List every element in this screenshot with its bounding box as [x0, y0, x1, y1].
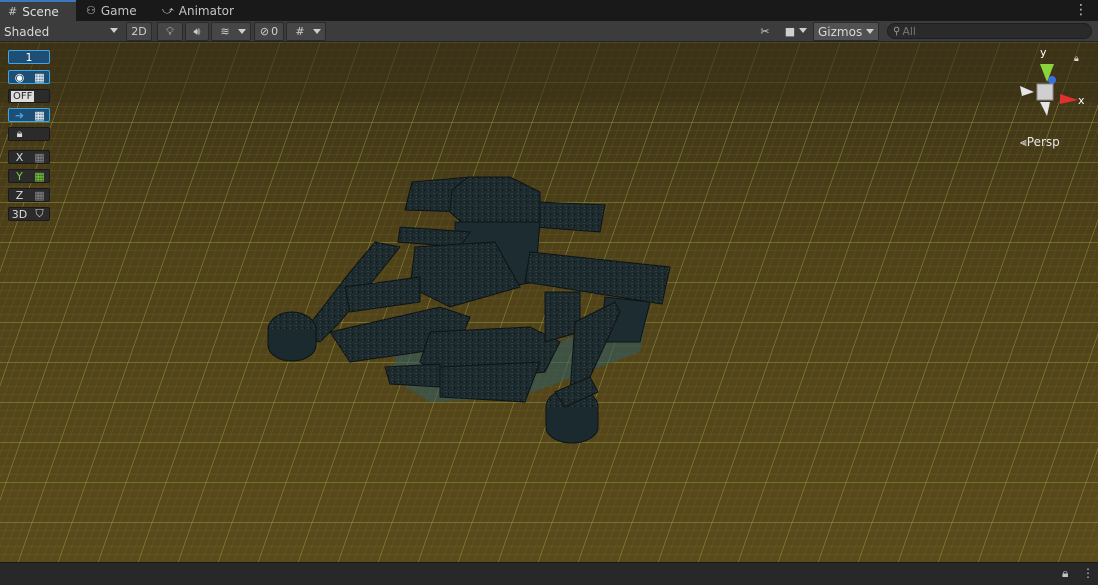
- eye-icon: ◉: [14, 70, 25, 84]
- camera-icon: ■: [784, 25, 796, 38]
- axis-y-toggle[interactable]: Y ▦: [8, 169, 50, 183]
- scene-render: [0, 42, 1098, 562]
- shading-mode-dropdown[interactable]: Shaded: [0, 22, 122, 41]
- chevron-down-icon: [238, 29, 246, 34]
- snap-off-label: OFF: [11, 90, 35, 102]
- grid-visibility-toggle[interactable]: ◉ ▦: [8, 70, 50, 84]
- more-options-icon[interactable]: ⋮: [1074, 2, 1088, 18]
- grid-toggle-dropdown[interactable]: #: [286, 22, 326, 41]
- search-icon: ⚲: [893, 25, 901, 37]
- shield-icon: ⛉: [35, 207, 44, 220]
- search-input[interactable]: [900, 24, 1073, 38]
- grid-hatch-icon: ▦: [34, 150, 45, 164]
- grid-icon: #: [295, 25, 305, 38]
- snap-off-toggle[interactable]: OFF: [8, 89, 50, 103]
- grid-size-field[interactable]: 1: [8, 50, 50, 64]
- tab-scene[interactable]: # Scene: [0, 0, 76, 21]
- 2d-toggle-button[interactable]: 2D: [126, 22, 152, 41]
- gizmo-y-label: y: [1040, 46, 1047, 59]
- lighting-toggle-button[interactable]: 💡︎: [157, 22, 183, 41]
- more-options-icon[interactable]: ⋮: [1082, 566, 1094, 580]
- lightbulb-icon: 💡︎: [166, 24, 174, 38]
- axis-y-label: Y: [16, 169, 23, 183]
- perspective-arrow-icon: ⫷: [1020, 135, 1027, 149]
- tab-bar: # Scene ⚇ Game ⤻ Animator ⋮: [0, 0, 1098, 21]
- animator-icon: ⤻: [162, 3, 174, 17]
- 3d-toggle[interactable]: 3D ⛉: [8, 207, 50, 221]
- axis-x-label: X: [15, 150, 24, 164]
- lock-icon: 🔒︎: [16, 127, 23, 140]
- scene-visibility-button[interactable]: ⊘ 0: [254, 22, 284, 41]
- 2d-label: 2D: [131, 25, 147, 38]
- tab-animator-label: Animator: [178, 3, 234, 18]
- hidden-eye-icon: ⊘: [259, 25, 270, 38]
- axis-x-toggle[interactable]: X ▦: [8, 150, 50, 164]
- speaker-icon: 🔊︎: [193, 24, 201, 38]
- hidden-count: 0: [271, 25, 279, 38]
- gizmo-x-label: x: [1078, 94, 1085, 107]
- gizmos-dropdown[interactable]: Gizmos: [813, 22, 879, 41]
- tab-game[interactable]: ⚇ Game: [78, 0, 150, 21]
- chevron-down-icon: [866, 29, 874, 34]
- shading-mode-label: Shaded: [4, 24, 50, 39]
- gizmos-label: Gizmos: [818, 24, 863, 39]
- grid-size-value: 1: [25, 50, 33, 64]
- bottom-bar: 🔒︎ ⋮: [0, 562, 1098, 585]
- tab-scene-label: Scene: [22, 4, 59, 19]
- grid-hatch-icon: ▦: [34, 70, 45, 84]
- tab-game-label: Game: [100, 3, 137, 18]
- chevron-down-icon: [313, 29, 321, 34]
- axis-z-label: Z: [15, 188, 24, 202]
- effects-dropdown[interactable]: ≋: [211, 22, 251, 41]
- lock-icon[interactable]: 🔒︎: [1062, 566, 1068, 581]
- chevron-down-icon: [110, 28, 118, 33]
- camera-dropdown[interactable]: ■: [779, 22, 811, 41]
- gamepad-icon: ⚇: [86, 4, 96, 17]
- grid-hatch-icon: ▦: [34, 188, 45, 202]
- tab-animator[interactable]: ⤻ Animator: [154, 0, 244, 21]
- axis-z-toggle[interactable]: Z ▦: [8, 188, 50, 202]
- snap-to-grid-toggle[interactable]: ➜ ▦: [8, 108, 50, 122]
- chevron-down-icon: [799, 28, 807, 33]
- grid-hatch-icon: ▦: [34, 169, 45, 183]
- grid-hatch-icon: ▦: [34, 108, 45, 122]
- effects-icon: ≋: [220, 25, 230, 38]
- scene-viewport[interactable]: y x 🔒︎ ⫷Persp 1 ◉ ▦ OFF ➜ ▦ 🔒︎ X ▦ Y ▦ Z…: [0, 42, 1098, 562]
- audio-toggle-button[interactable]: 🔊︎: [185, 22, 209, 41]
- arrow-right-icon: ➜: [14, 108, 25, 122]
- projection-label: Persp: [1026, 135, 1060, 149]
- lock-toggle[interactable]: 🔒︎: [8, 127, 50, 141]
- tools-icon[interactable]: ✂: [754, 22, 776, 41]
- gizmo-lock-icon[interactable]: 🔒︎: [1074, 54, 1079, 64]
- projection-toggle[interactable]: ⫷Persp: [1020, 135, 1060, 150]
- 3d-label: 3D: [11, 207, 28, 221]
- search-field[interactable]: ⚲: [887, 23, 1092, 39]
- grid-icon: #: [8, 5, 18, 18]
